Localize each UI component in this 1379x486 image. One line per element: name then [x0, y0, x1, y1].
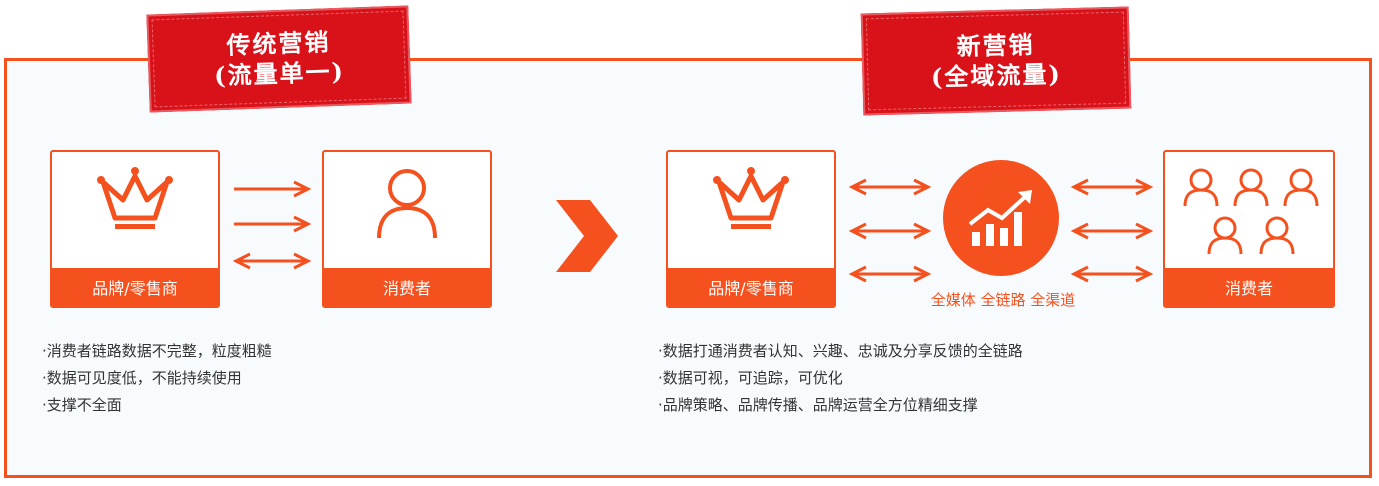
double-arrow-icon	[1070, 178, 1154, 196]
crown-icon	[52, 158, 218, 246]
new-marketing-bullet-list: ·数据打通消费者认知、兴趣、忠诚及分享反馈的全链路 ·数据可视，可追踪，可优化 …	[658, 338, 1023, 419]
list-item: ·消费者链路数据不完整，粒度粗糙	[42, 342, 272, 360]
double-arrow-icon	[1070, 222, 1154, 240]
chevron-right-icon	[556, 200, 618, 272]
card-label: 消费者	[1165, 268, 1333, 306]
stamp-title: 传统营销	[225, 27, 331, 60]
consumers-card: 消费者	[1163, 150, 1335, 308]
list-item: ·数据打通消费者认知、兴趣、忠诚及分享反馈的全链路	[658, 342, 1023, 360]
growth-chart-icon	[968, 190, 1032, 246]
growth-chart-badge	[943, 160, 1059, 276]
card-label: 品牌/零售商	[52, 268, 218, 306]
list-item: ·品牌策略、品牌传播、品牌运营全方位精细支撑	[658, 396, 978, 414]
right-arrow-icon	[234, 215, 312, 233]
stamp-subtitle: (流量单一)	[213, 56, 346, 91]
stamp-subtitle: (全域流量)	[930, 59, 1063, 92]
list-item: ·数据可视，可追踪，可优化	[658, 369, 843, 387]
double-arrow-icon	[232, 252, 312, 270]
consumer-card: 消费者	[322, 150, 492, 308]
crown-icon	[668, 158, 834, 246]
double-arrow-icon	[848, 178, 932, 196]
double-arrow-icon	[848, 265, 932, 283]
traditional-marketing-stamp: 传统营销 (流量单一)	[146, 5, 412, 113]
group-people-icon	[1165, 160, 1333, 264]
right-arrow-icon	[234, 180, 312, 198]
traditional-bullet-list: ·消费者链路数据不完整，粒度粗糙 ·数据可见度低，不能持续使用 ·支撑不全面	[42, 338, 272, 419]
card-label: 消费者	[324, 268, 490, 306]
list-item: ·数据可见度低，不能持续使用	[42, 369, 242, 387]
double-arrow-icon	[1070, 265, 1154, 283]
brand-retailer-card: 品牌/零售商	[666, 150, 836, 308]
brand-retailer-card: 品牌/零售商	[50, 150, 220, 308]
card-label: 品牌/零售商	[668, 268, 834, 306]
double-arrow-icon	[848, 222, 932, 240]
new-marketing-stamp: 新营销 (全域流量)	[860, 6, 1132, 116]
channel-caption: 全媒体 全链路 全渠道	[930, 291, 1076, 309]
list-item: ·支撑不全面	[42, 396, 122, 414]
stamp-title: 新营销	[956, 29, 1035, 62]
person-icon	[324, 158, 490, 248]
